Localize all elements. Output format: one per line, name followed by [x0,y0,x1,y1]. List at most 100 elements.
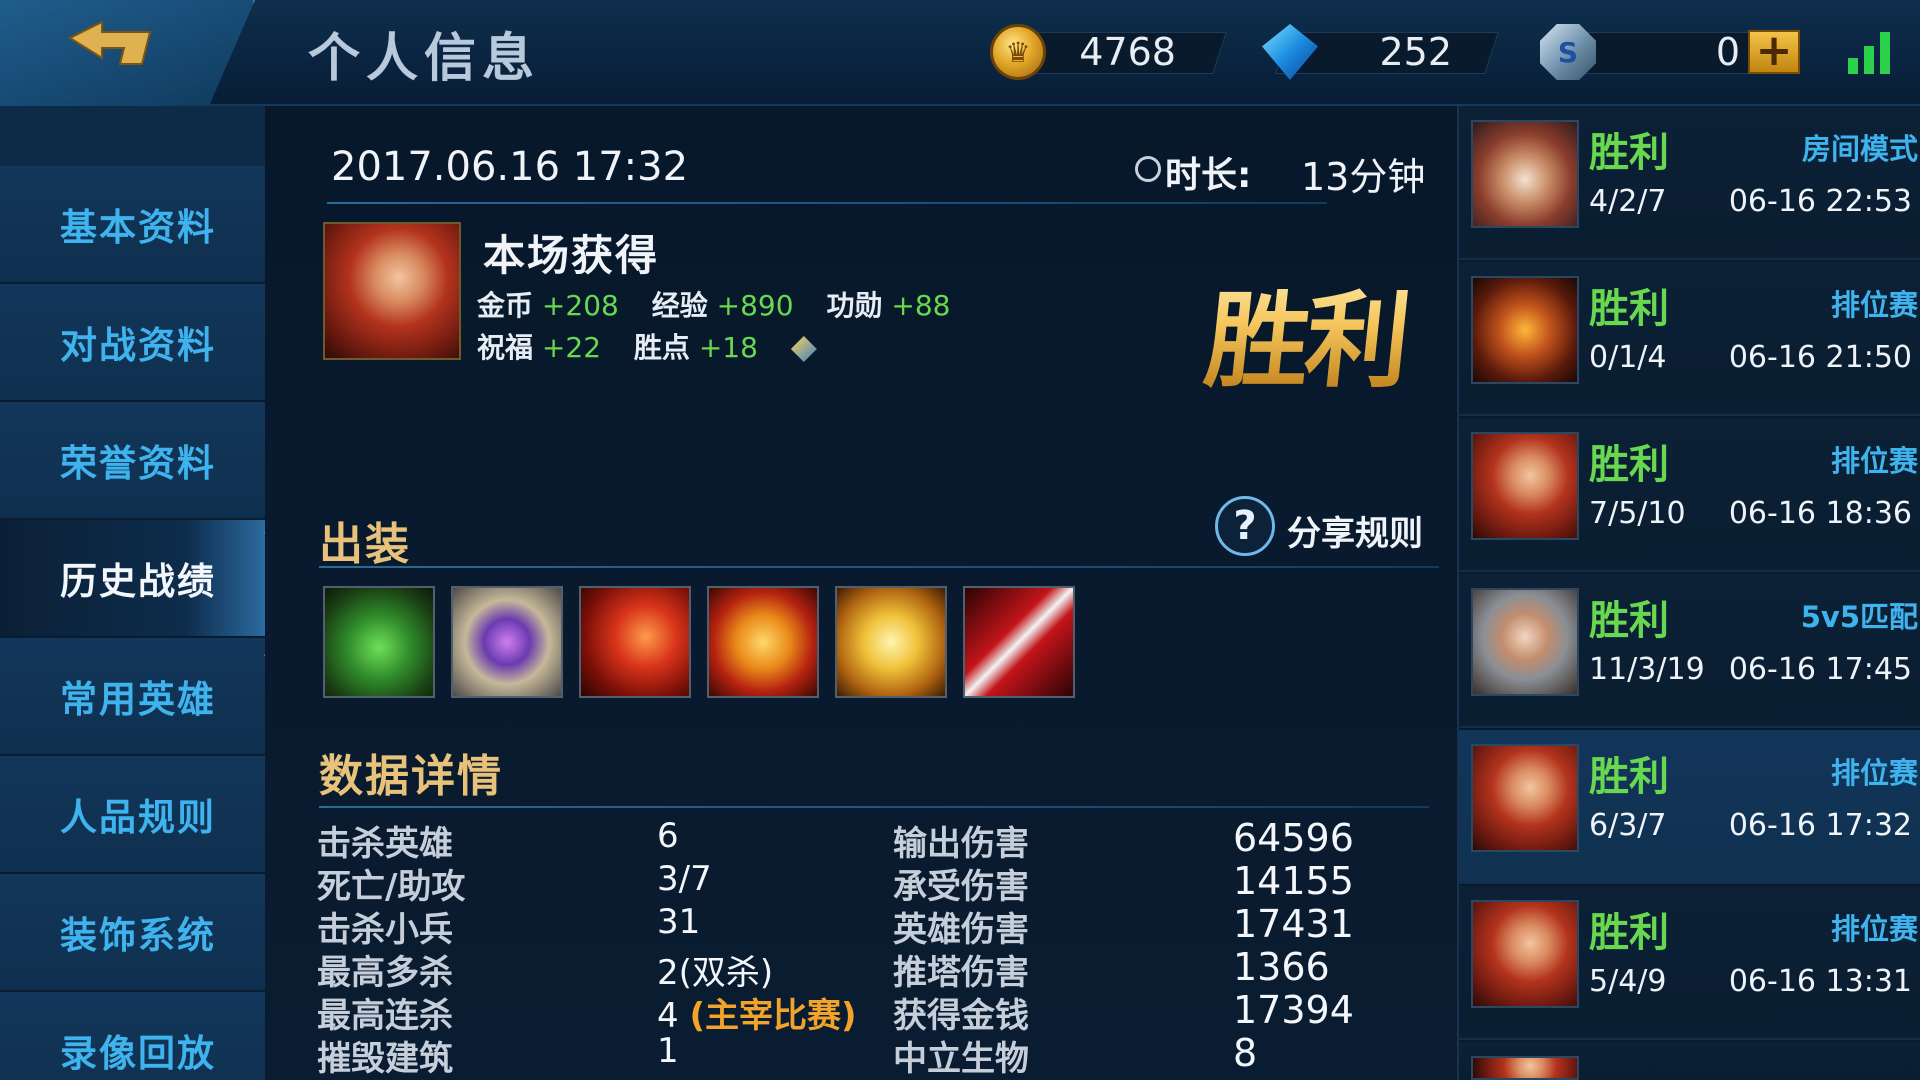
hero-avatar [1471,744,1579,852]
gold-label: 金币 [477,289,534,322]
match-history-list[interactable]: 胜利 房间模式 4/2/7 06-16 22:53 胜利 排位赛 0/1/4 0… [1457,106,1920,1080]
share-rules-label[interactable]: 分享规则 [1287,506,1423,555]
stat-note: (主宰比赛) [689,996,857,1036]
match-time: 06-16 21:50 [1728,340,1912,375]
question-icon[interactable]: ? [1215,496,1275,556]
match-datetime: 2017.06.16 17:32 [331,144,689,190]
stat-label: 输出伤害 [893,824,1029,864]
sidebar-item-basic-info[interactable]: 基本资料 [0,166,265,284]
sidebar-item-replay[interactable]: 录像回放 [0,992,265,1080]
claw-icon[interactable] [963,586,1075,698]
signal-strength-icon [1848,30,1898,74]
back-button[interactable] [0,0,255,106]
gold-amount: 4768 [1079,30,1176,74]
stat-value: 17394 [1233,988,1354,1032]
hero-avatar [1471,588,1579,696]
match-list-item[interactable]: 胜利 房间模式 4/2/7 06-16 22:53 [1459,106,1920,260]
voucher-amount: 0 [1715,30,1740,74]
top-bar: 个人信息 ♛ 4768 252 S 0 + [0,0,1920,106]
divider [319,806,1429,808]
stat-value: 31 [657,902,701,942]
stat-label: 获得金钱 [893,996,1029,1036]
hero-portrait [323,222,461,360]
data-detail-title: 数据详情 [319,751,503,802]
voucher-counter: S 0 [1540,24,1762,80]
recharge-plus-button[interactable]: + [1748,29,1800,74]
merit-label: 功勋 [826,289,883,322]
match-list-item-selected[interactable]: 胜利 排位赛 6/3/7 06-16 17:32 [1459,730,1920,884]
stat-value: 1 [657,1031,679,1071]
boots-icon[interactable] [323,586,435,698]
stat-row: 击杀小兵 31 英雄伤害 17431 [317,902,1437,950]
blessing-value: +22 [541,331,602,364]
mask-icon[interactable] [707,586,819,698]
match-kda: 5/4/9 [1589,964,1667,999]
stat-value: 8 [1233,1031,1258,1075]
earn-row-2: 祝福 +22 胜点 +18 [477,326,817,366]
sidebar-item-decoration[interactable]: 装饰系统 [0,874,265,992]
voucher-icon: S [1540,24,1596,80]
sidebar-item-match-history[interactable]: 历史战绩 [0,520,265,638]
gold-coin-icon: ♛ [990,24,1046,80]
clock-icon [1135,156,1161,182]
sidebar-item-common-heroes[interactable]: 常用英雄 [0,638,265,756]
earned-title: 本场获得 [483,231,660,280]
back-arrow-icon [67,20,152,65]
scroll-icon[interactable] [835,586,947,698]
points-value: +18 [698,331,758,364]
match-list-item[interactable]: 胜利 排位赛 7/5/10 06-16 18:36 [1459,418,1920,572]
match-result: 胜利 [1589,754,1669,800]
sidebar-item-battle-info[interactable]: 对战资料 [0,284,265,402]
divider [327,202,1327,204]
match-result: 胜利 [1589,442,1669,488]
sidebar-item-honor-info[interactable]: 荣誉资料 [0,402,265,520]
duration-value: 13分钟 [1301,155,1426,199]
stat-row: 最高连杀 4 (主宰比赛) 获得金钱 17394 [317,988,1437,1036]
stat-value: 17431 [1233,902,1354,946]
diamond-amount: 252 [1379,30,1452,74]
rank-badge-icon [790,336,817,362]
match-kda: 6/3/7 [1589,808,1667,843]
match-mode: 排位赛 [1830,288,1918,322]
hero-avatar [1471,900,1579,1008]
stat-row: 死亡/助攻 3/7 承受伤害 14155 [317,859,1437,907]
points-label: 胜点 [633,331,690,364]
match-result: 胜利 [1589,910,1669,956]
stat-value: 14155 [1233,859,1354,903]
match-mode: 5v5匹配 [1800,600,1918,634]
match-list-item-partial[interactable] [1459,1042,1920,1080]
stat-label: 死亡/助攻 [317,867,466,907]
duration-label: 时长: [1165,155,1252,196]
stat-row: 摧毁建筑 1 中立生物 8 [317,1031,1437,1079]
match-kda: 0/1/4 [1589,340,1667,375]
match-list-item[interactable]: 胜利 排位赛 5/4/9 06-16 13:31 [1459,886,1920,1040]
match-result: 胜利 [1589,286,1669,332]
match-list-item[interactable]: 胜利 5v5匹配 11/3/19 06-16 17:45 [1459,574,1920,728]
hero-avatar [1471,120,1579,228]
match-time: 06-16 17:45 [1728,652,1912,687]
page-title: 个人信息 [308,29,541,89]
victory-banner: 胜利 [1199,256,1415,407]
sidebar-item-conduct-rules[interactable]: 人品规则 [0,756,265,874]
diamond-counter: 252 [1262,24,1502,80]
shield-orb-icon[interactable] [451,586,563,698]
match-time: 06-16 22:53 [1728,184,1912,219]
stat-label: 最高多杀 [317,953,453,993]
stat-label: 英雄伤害 [893,910,1029,950]
stat-value: 64596 [1233,816,1354,860]
stat-label: 承受伤害 [893,867,1029,907]
hero-avatar [1471,276,1579,384]
exp-value: +890 [716,289,794,322]
match-time: 06-16 17:32 [1728,808,1912,843]
stat-value-with-note: 4 (主宰比赛) [657,988,857,1037]
stat-value: 1366 [1233,945,1330,989]
stat-label: 最高连杀 [317,996,453,1036]
stat-value: 4 [657,996,679,1036]
divider [319,566,1439,568]
match-list-item[interactable]: 胜利 排位赛 0/1/4 06-16 21:50 [1459,262,1920,416]
match-kda: 7/5/10 [1589,496,1686,531]
blade-icon[interactable] [579,586,691,698]
stat-row: 最高多杀 2(双杀) 推塔伤害 1366 [317,945,1437,993]
match-detail-panel: 2017.06.16 17:32 时长: 13分钟 本场获得 金币 +208 经… [265,106,1457,1080]
stat-label: 摧毁建筑 [317,1039,453,1079]
